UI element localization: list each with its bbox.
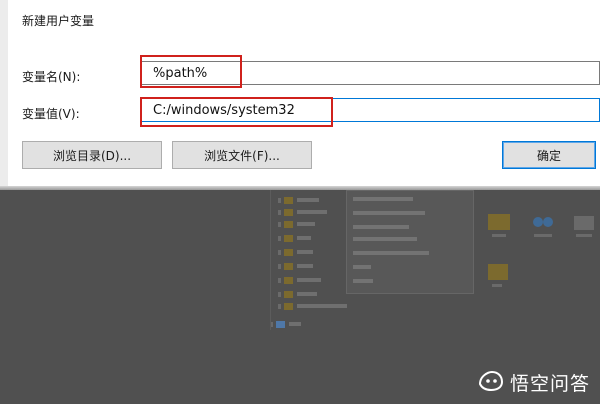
browse-file-button[interactable]: 浏览文件(F)... [172,141,312,169]
tree-row[interactable] [278,276,321,284]
menu-item[interactable] [353,265,371,269]
new-user-variable-dialog: 新建用户变量 变量名(N): 变量值(V): 浏览目录(D)... 浏览文件(F… [0,0,600,190]
folder-icon [284,290,293,298]
dialog-bottom-edge [0,186,600,190]
tree-row[interactable] [278,290,317,298]
chevron-right-icon [278,235,281,241]
folder-icon [284,276,293,284]
chevron-right-icon [278,263,281,269]
dialog-title: 新建用户变量 [22,14,95,28]
chevron-right-icon [278,303,281,309]
menu-item[interactable] [353,225,409,229]
chevron-right-icon [278,291,281,297]
menu-item[interactable] [353,197,413,201]
tree-row[interactable] [270,320,301,328]
folder-icon [284,234,293,242]
wukong-logo-icon [478,370,504,395]
menu-item[interactable] [353,279,373,283]
dialog-left-edge [0,0,8,190]
variable-name-label: 变量名(N): [22,70,81,84]
browse-directory-button[interactable]: 浏览目录(D)... [22,141,162,169]
folder-3d-objects-icon[interactable] [484,210,514,245]
watermark-text: 悟空问答 [510,372,591,395]
tree-row[interactable] [278,302,347,310]
tree-row[interactable] [278,220,315,228]
chevron-right-icon [278,197,281,203]
drive-icon [284,302,293,310]
tree-row[interactable] [278,262,313,270]
variable-value-input[interactable] [140,98,600,122]
watermark: 悟空问答 [478,368,590,396]
folder-icon [284,220,293,228]
chevron-right-icon [278,221,281,227]
folder-icon[interactable] [484,260,514,295]
folder-icon [284,248,293,256]
chevron-right-icon [278,209,281,215]
tree-row[interactable] [278,248,313,256]
drive-icon[interactable] [570,210,598,245]
folder-icon [284,262,293,270]
chevron-right-icon [278,249,281,255]
variable-name-input[interactable] [140,61,600,85]
network-icon [276,320,285,328]
menu-item[interactable] [353,251,429,255]
tree-row[interactable] [278,196,319,204]
pane-divider [270,190,271,330]
menu-item[interactable] [353,237,417,241]
dialog-title-bar[interactable]: 新建用户变量 [8,0,600,38]
network-share-icon[interactable] [528,210,558,245]
context-menu [346,190,474,294]
tree-row[interactable] [278,234,311,242]
folder-icon [284,196,293,204]
chevron-right-icon [278,277,281,283]
menu-item[interactable] [353,211,425,215]
variable-value-label: 变量值(V): [22,107,80,121]
folder-icon [284,208,293,216]
ok-button[interactable]: 确定 [502,141,596,169]
tree-row[interactable] [278,208,327,216]
